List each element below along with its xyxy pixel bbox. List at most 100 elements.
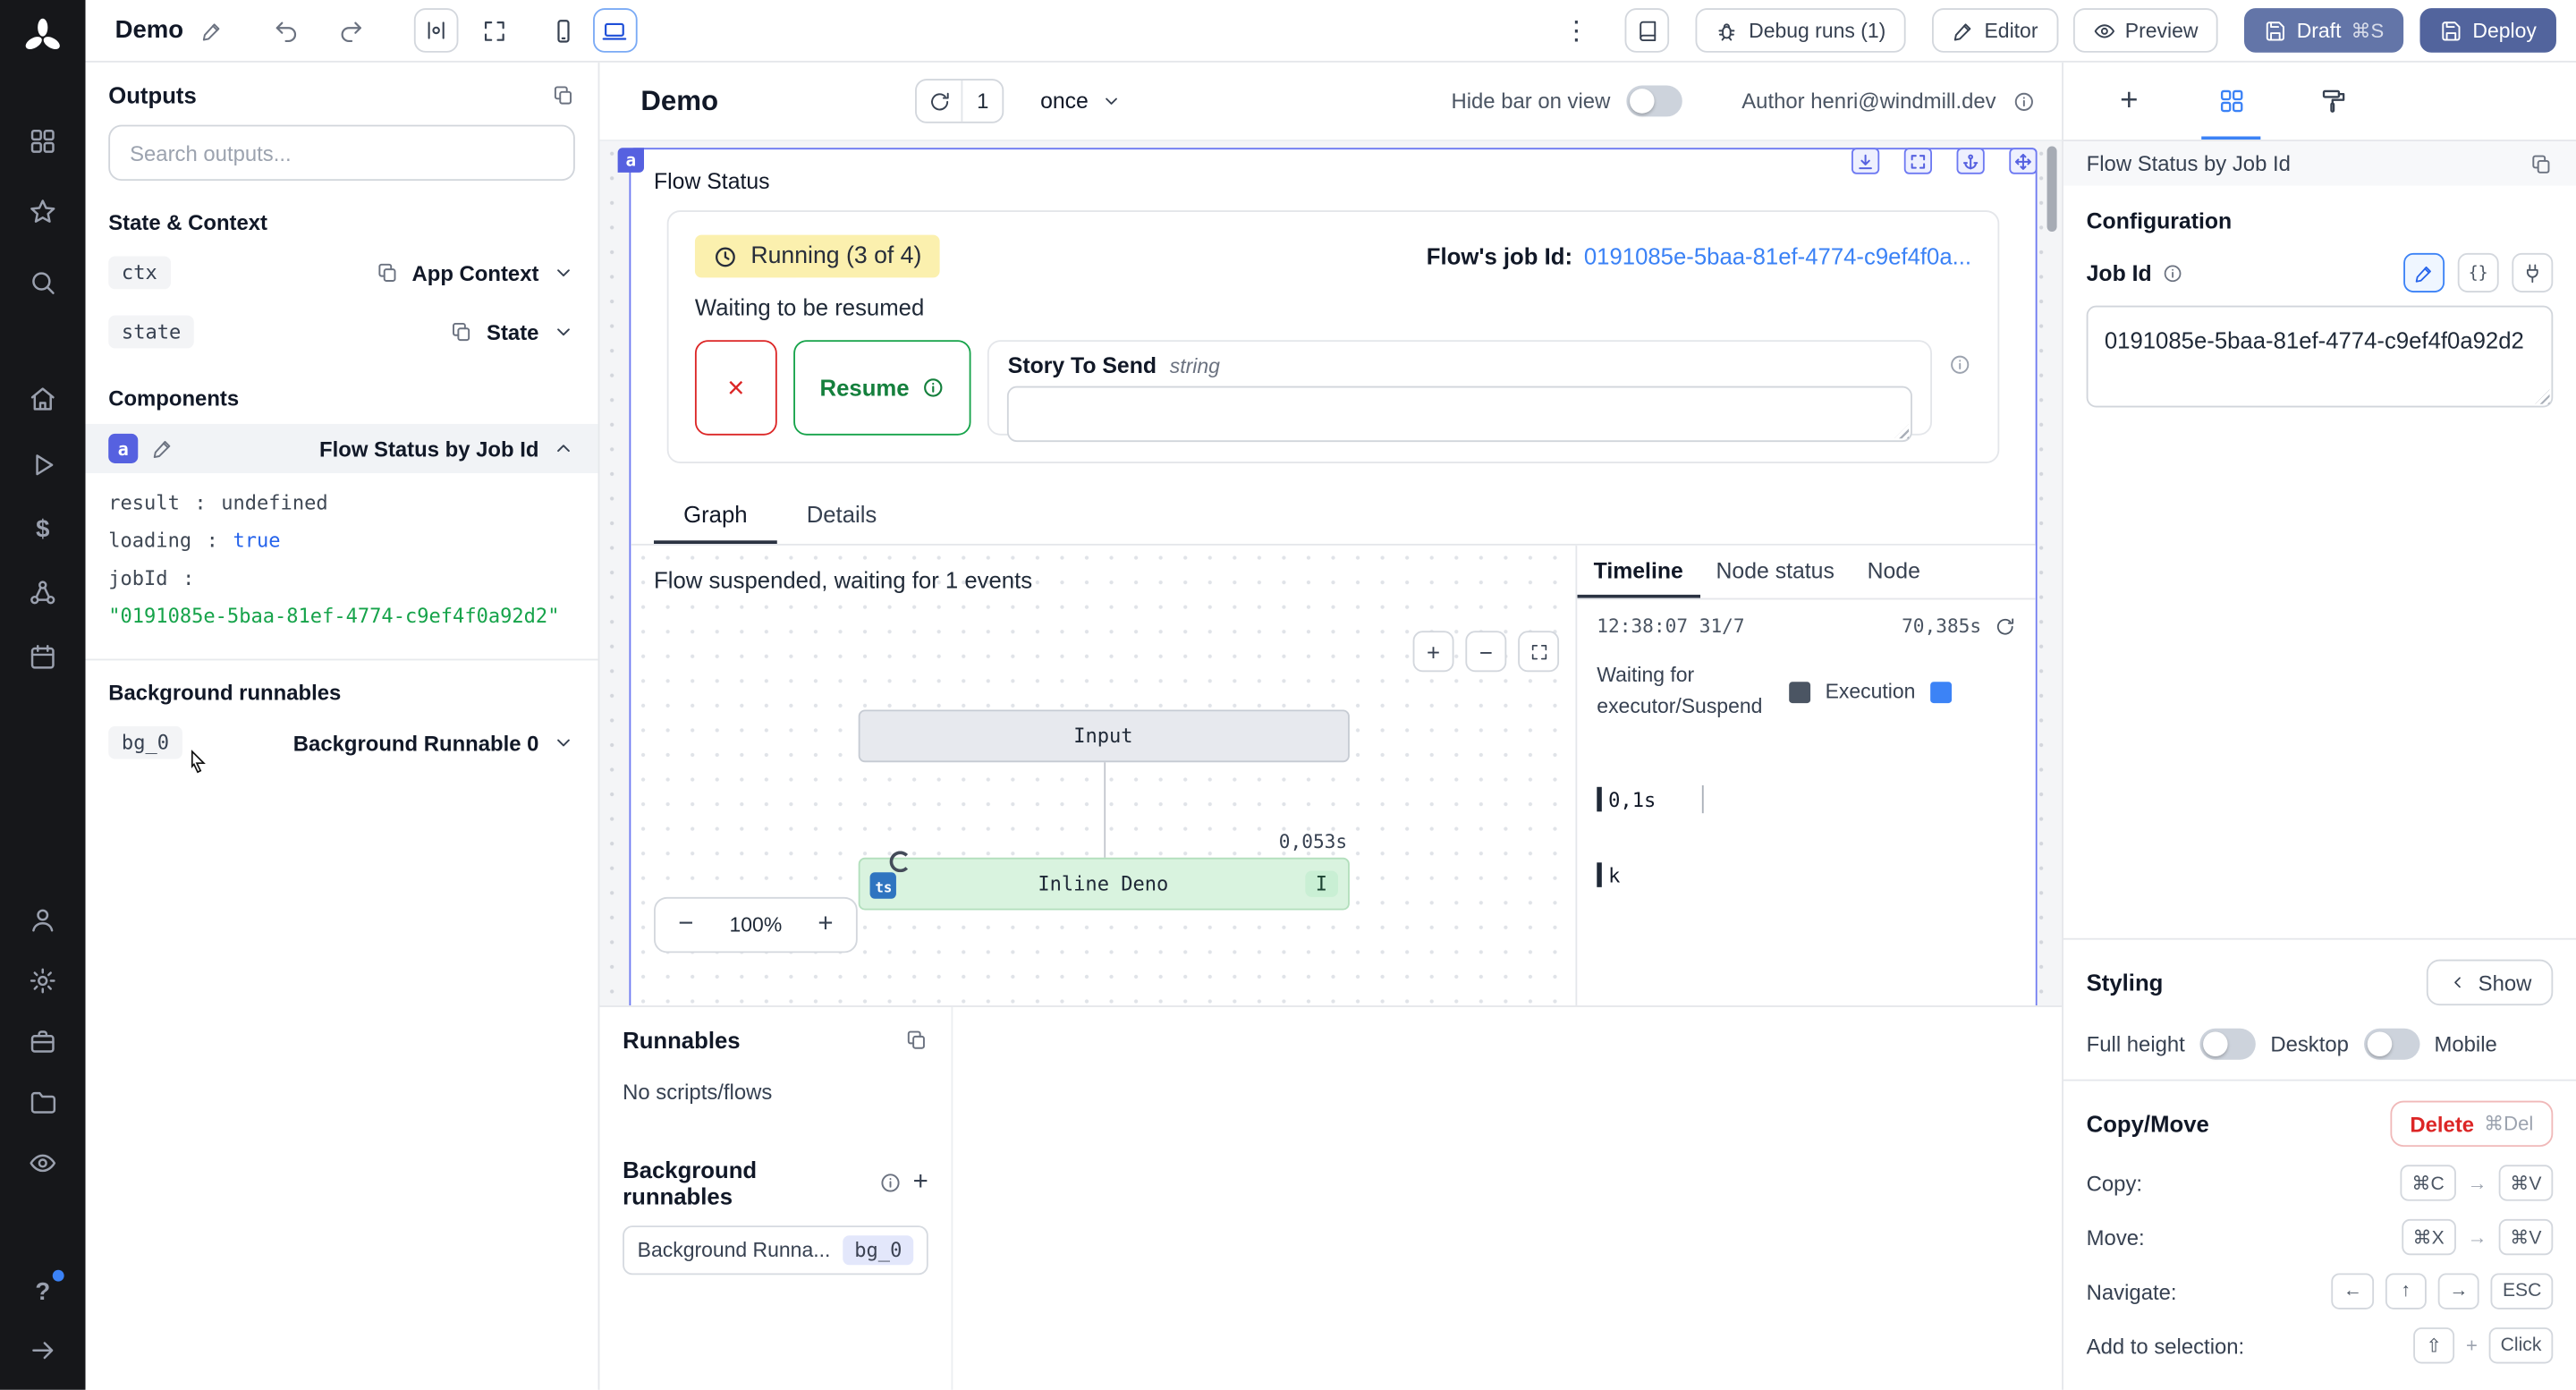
draft-button[interactable]: Draft ⌘S [2244, 8, 2403, 53]
topbar: Demo ⋮ Debug runs (1) Editor Preview Dra… [86, 0, 2576, 63]
windmill-logo[interactable] [21, 16, 64, 59]
width-constrained-toggle[interactable] [413, 8, 458, 53]
flow-graph[interactable]: Flow suspended, waiting for 1 events + −… [631, 546, 1575, 1005]
hide-bar-toggle[interactable] [1627, 86, 1682, 117]
zoom-in-button[interactable]: + [795, 899, 856, 952]
rename-pencil-icon[interactable] [200, 19, 224, 42]
move-label: Move: [2087, 1225, 2145, 1250]
panel-doc-icon[interactable] [552, 84, 575, 107]
schedule-dropdown[interactable]: once [1040, 89, 1122, 114]
pencil-icon [1952, 19, 1975, 42]
variables-dollar-icon[interactable]: $ [28, 514, 57, 544]
legend-execution-label: Execution [1826, 681, 1916, 704]
info-icon[interactable] [2012, 89, 2036, 113]
refresh-icon[interactable] [1995, 615, 2016, 637]
panel-doc-icon[interactable] [905, 1029, 928, 1052]
outputs-title: Outputs [108, 82, 197, 108]
graph-node-input[interactable]: Input [858, 709, 1349, 762]
graph-node-inline-deno[interactable]: ts Inline Deno I 0,053s [858, 858, 1349, 911]
search-icon[interactable] [28, 267, 57, 297]
help-icon[interactable]: ? [28, 1276, 57, 1306]
move-icon[interactable] [2009, 148, 2037, 174]
info-icon[interactable] [1948, 353, 1971, 377]
zoom-out-icon[interactable]: − [1465, 631, 1506, 672]
edit-pencil-icon[interactable] [151, 437, 174, 461]
tab-timeline[interactable]: Timeline [1577, 546, 1699, 598]
add-runnable-button[interactable]: + [913, 1168, 928, 1198]
mobile-view-icon[interactable] [550, 17, 576, 43]
component-settings-tab[interactable] [2201, 63, 2260, 140]
tab-details[interactable]: Details [777, 487, 907, 544]
full-width-toggle-icon[interactable] [481, 17, 507, 43]
state-row[interactable]: state State [108, 307, 575, 356]
expand-down-icon[interactable] [1852, 148, 1879, 174]
chevron-up-icon[interactable] [552, 437, 575, 461]
chevron-down-icon[interactable] [552, 261, 575, 284]
deploy-button[interactable]: Deploy [2420, 8, 2556, 53]
settings-gear-icon[interactable] [28, 966, 57, 996]
info-icon [922, 377, 945, 400]
bg-runnable-item[interactable]: Background Runna... bg_0 [623, 1225, 928, 1275]
panel-doc-icon[interactable] [2530, 152, 2554, 175]
collapse-arrow-icon[interactable] [28, 1335, 57, 1365]
show-styling-button[interactable]: Show [2428, 960, 2554, 1005]
runnables-empty-text: No scripts/flows [623, 1080, 928, 1105]
story-input[interactable] [1008, 386, 1912, 442]
outputs-panel: Outputs State & Context ctx App Context … [86, 63, 600, 1390]
tab-graph[interactable]: Graph [654, 487, 777, 544]
save-icon [2264, 19, 2287, 42]
preview-button[interactable]: Preview [2072, 8, 2217, 53]
refresh-count: 1 [963, 89, 1003, 114]
refresh-count-button[interactable]: 1 [915, 79, 1004, 123]
full-height-toggle[interactable] [2199, 1029, 2255, 1060]
component-row-a[interactable]: a Flow Status by Job Id [86, 424, 598, 473]
tab-node-status[interactable]: Node status [1699, 546, 1851, 598]
kbd-arrow-up: ↑ [2385, 1273, 2427, 1309]
job-id-input[interactable]: 0191085e-5baa-81ef-4774-c9ef4f0a92d2 [2087, 306, 2554, 408]
cancel-button[interactable]: × [695, 340, 777, 436]
insert-component-tab[interactable]: + [2099, 63, 2158, 140]
schedules-calendar-icon[interactable] [28, 642, 57, 672]
fullscreen-icon[interactable] [1904, 148, 1932, 174]
zoom-in-icon[interactable]: + [1413, 631, 1454, 672]
folders-icon[interactable] [28, 1088, 57, 1117]
audit-eye-icon[interactable] [28, 1148, 57, 1178]
flow-status-component[interactable]: a Flow Status Running (3 of 4) [629, 148, 2037, 1005]
desktop-view-toggle[interactable] [592, 8, 637, 53]
zoom-out-button[interactable]: − [656, 899, 716, 952]
job-id-link[interactable]: 0191085e-5baa-81ef-4774-c9ef4f0a... [1584, 243, 1971, 269]
connect-input-button[interactable] [2512, 253, 2553, 292]
home-icon[interactable] [28, 385, 57, 414]
styling-tab[interactable] [2303, 63, 2362, 140]
undo-icon[interactable] [272, 17, 298, 43]
tab-node[interactable]: Node [1851, 546, 1936, 598]
resources-hub-icon[interactable] [28, 579, 57, 608]
search-outputs-input[interactable] [108, 125, 575, 181]
canvas-scrollbar[interactable] [2047, 146, 2057, 232]
runs-play-icon[interactable] [28, 450, 57, 479]
info-icon[interactable] [2162, 262, 2183, 284]
static-input-mode-button[interactable] [2403, 253, 2445, 292]
docs-book-button[interactable] [1625, 8, 1670, 53]
user-icon[interactable] [28, 905, 57, 935]
workspace-briefcase-icon[interactable] [28, 1027, 57, 1056]
anchor-icon[interactable] [1957, 148, 1985, 174]
chevron-down-icon[interactable] [552, 320, 575, 343]
apps-grid-icon[interactable] [28, 126, 57, 156]
bug-icon [1716, 19, 1739, 42]
star-icon[interactable] [28, 197, 57, 226]
info-icon[interactable] [878, 1172, 902, 1195]
debug-runs-button[interactable]: Debug runs (1) [1696, 8, 1905, 53]
more-menu-kebab-icon[interactable]: ⋮ [1556, 14, 1596, 47]
app-canvas[interactable]: a Flow Status Running (3 of 4) [599, 141, 2062, 1005]
ctx-row[interactable]: ctx App Context [108, 248, 575, 297]
bg-runnable-row[interactable]: bg_0 Background Runnable 0 [108, 718, 575, 767]
chevron-down-icon[interactable] [552, 731, 575, 754]
editor-button[interactable]: Editor [1932, 8, 2058, 53]
fit-view-icon[interactable] [1518, 631, 1559, 672]
desktop-toggle[interactable] [2363, 1029, 2419, 1060]
resume-button[interactable]: Resume [793, 340, 971, 436]
template-mode-button[interactable]: {} [2458, 253, 2499, 292]
redo-icon[interactable] [338, 17, 364, 43]
delete-button[interactable]: Delete ⌘Del [2390, 1101, 2553, 1147]
